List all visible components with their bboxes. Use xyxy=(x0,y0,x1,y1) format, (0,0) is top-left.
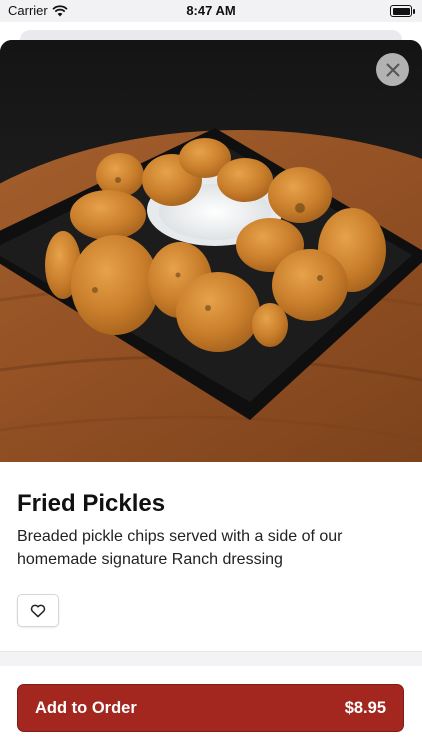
heart-icon xyxy=(30,604,46,617)
clock: 8:47 AM xyxy=(186,3,236,18)
item-title: Fried Pickles xyxy=(17,490,166,517)
item-photo xyxy=(0,40,422,462)
close-icon xyxy=(386,63,399,76)
battery-icon xyxy=(390,5,415,17)
add-to-order-button[interactable]: Add to Order $8.95 xyxy=(17,684,404,732)
price-label: $8.95 xyxy=(344,698,386,717)
favorite-button[interactable] xyxy=(17,594,59,627)
close-button[interactable] xyxy=(376,53,409,86)
item-description: Breaded pickle chips served with a side … xyxy=(17,528,343,568)
add-to-order-label: Add to Order xyxy=(35,698,137,717)
section-divider xyxy=(0,651,422,666)
status-bar: Carrier 8:47 AM xyxy=(0,0,422,22)
item-detail-sheet: Fried Pickles Breaded pickle chips serve… xyxy=(0,40,422,750)
